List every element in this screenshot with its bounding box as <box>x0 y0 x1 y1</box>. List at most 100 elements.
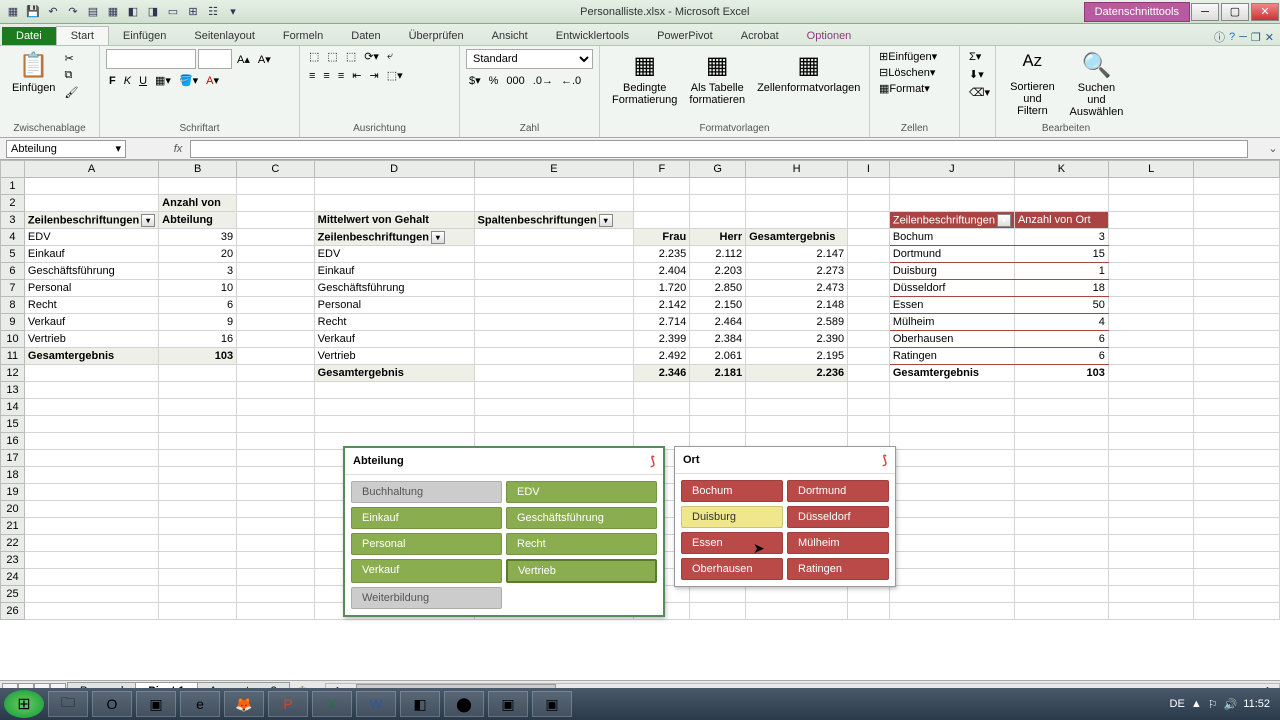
cell[interactable] <box>237 297 315 314</box>
minimize-button[interactable]: ─ <box>1191 3 1219 21</box>
cell[interactable] <box>889 484 1014 501</box>
cell[interactable] <box>314 178 474 195</box>
cell[interactable] <box>1108 263 1194 280</box>
cell[interactable] <box>1014 501 1108 518</box>
cell[interactable]: 2.464 <box>690 314 746 331</box>
cell[interactable] <box>159 603 237 620</box>
slicer-item[interactable]: EDV <box>506 481 657 503</box>
cell[interactable] <box>1014 178 1108 195</box>
cell[interactable] <box>24 569 158 586</box>
cell[interactable]: Anzahl von Ort <box>1014 212 1108 229</box>
cell[interactable] <box>237 586 315 603</box>
taskbar-item[interactable]: O <box>92 691 132 717</box>
inc-decimal-icon[interactable]: .0→ <box>530 74 556 88</box>
cell[interactable] <box>1014 535 1108 552</box>
cell[interactable] <box>314 416 474 433</box>
cell[interactable] <box>237 518 315 535</box>
cell[interactable] <box>24 501 158 518</box>
cell[interactable]: 2.148 <box>746 297 848 314</box>
cell[interactable]: 2.473 <box>746 280 848 297</box>
fill-color-icon[interactable]: 🪣▾ <box>176 73 201 88</box>
cell[interactable]: Bochum <box>889 229 1014 246</box>
cell[interactable] <box>237 569 315 586</box>
cell[interactable]: Gesamtergebnis <box>889 365 1014 382</box>
cell[interactable] <box>159 450 237 467</box>
slicer-item[interactable]: Oberhausen <box>681 558 783 580</box>
column-header[interactable]: I <box>848 161 890 178</box>
tab-start[interactable]: Start <box>56 26 109 45</box>
tab-options[interactable]: Optionen <box>793 27 866 45</box>
cell[interactable] <box>474 348 634 365</box>
clear-icon[interactable]: ⌫▾ <box>966 85 989 100</box>
cell[interactable]: Vertrieb <box>24 331 158 348</box>
save-icon[interactable]: 💾 <box>24 3 42 21</box>
column-header[interactable]: J <box>889 161 1014 178</box>
clear-filter-icon[interactable]: ⟆ <box>882 453 887 467</box>
cell[interactable] <box>159 569 237 586</box>
close-button[interactable]: ✕ <box>1251 3 1279 21</box>
qat-icon[interactable]: ⊞ <box>184 3 202 21</box>
cell[interactable] <box>889 586 1014 603</box>
cell[interactable] <box>889 382 1014 399</box>
cell[interactable] <box>474 263 634 280</box>
cell[interactable] <box>1108 535 1194 552</box>
cell[interactable] <box>690 416 746 433</box>
cell[interactable] <box>474 365 634 382</box>
cell[interactable] <box>159 433 237 450</box>
cell[interactable] <box>237 603 315 620</box>
cell[interactable] <box>237 314 315 331</box>
cell[interactable] <box>848 365 890 382</box>
cell[interactable] <box>237 280 315 297</box>
cell[interactable] <box>237 501 315 518</box>
cell[interactable]: 2.235 <box>634 246 690 263</box>
cell[interactable]: 2.492 <box>634 348 690 365</box>
cell[interactable]: 2.346 <box>634 365 690 382</box>
qat-icon[interactable]: ▭ <box>164 3 182 21</box>
column-header[interactable]: L <box>1108 161 1194 178</box>
cell[interactable]: Abteilung <box>159 212 237 229</box>
taskbar-item[interactable]: ⬤ <box>444 691 484 717</box>
column-header[interactable] <box>1194 161 1280 178</box>
cell[interactable] <box>159 365 237 382</box>
minimize-ribbon-icon[interactable]: ⓘ <box>1214 29 1225 45</box>
fx-icon[interactable]: fx <box>166 143 190 155</box>
cell[interactable] <box>889 535 1014 552</box>
cell[interactable] <box>474 416 634 433</box>
cell[interactable]: Frau <box>634 229 690 246</box>
cell[interactable] <box>848 212 890 229</box>
cell[interactable] <box>1108 229 1194 246</box>
currency-icon[interactable]: $▾ <box>466 73 484 88</box>
cell[interactable] <box>1014 433 1108 450</box>
column-header[interactable]: G <box>690 161 746 178</box>
cell[interactable] <box>24 433 158 450</box>
doc-close-icon[interactable]: ✕ <box>1265 31 1274 44</box>
cell[interactable] <box>237 195 315 212</box>
cell[interactable]: 18 <box>1014 280 1108 297</box>
cell[interactable] <box>848 314 890 331</box>
cell[interactable]: 4 <box>1014 314 1108 331</box>
comma-icon[interactable]: 000 <box>503 74 527 88</box>
cell[interactable] <box>1108 450 1194 467</box>
cell[interactable] <box>746 603 848 620</box>
slicer-item[interactable]: Essen <box>681 532 783 554</box>
cell[interactable] <box>889 552 1014 569</box>
formula-bar[interactable] <box>190 140 1248 158</box>
italic-button[interactable]: K <box>121 74 134 88</box>
cell[interactable]: Ratingen <box>889 348 1014 365</box>
cell[interactable]: Geschäftsführung <box>314 280 474 297</box>
cell[interactable] <box>1194 331 1280 348</box>
cell[interactable] <box>24 382 158 399</box>
slicer-item[interactable]: Vertrieb <box>506 559 657 583</box>
tray-icon[interactable]: ▲ <box>1191 698 1202 710</box>
tab-developer[interactable]: Entwicklertools <box>542 27 643 45</box>
cell[interactable] <box>1194 314 1280 331</box>
cell[interactable] <box>1108 467 1194 484</box>
cell[interactable] <box>1014 484 1108 501</box>
cell[interactable]: 2.203 <box>690 263 746 280</box>
cell[interactable] <box>848 348 890 365</box>
cell[interactable] <box>237 246 315 263</box>
cell[interactable] <box>690 195 746 212</box>
cell[interactable] <box>1108 518 1194 535</box>
cell[interactable] <box>237 382 315 399</box>
cell[interactable] <box>24 178 158 195</box>
